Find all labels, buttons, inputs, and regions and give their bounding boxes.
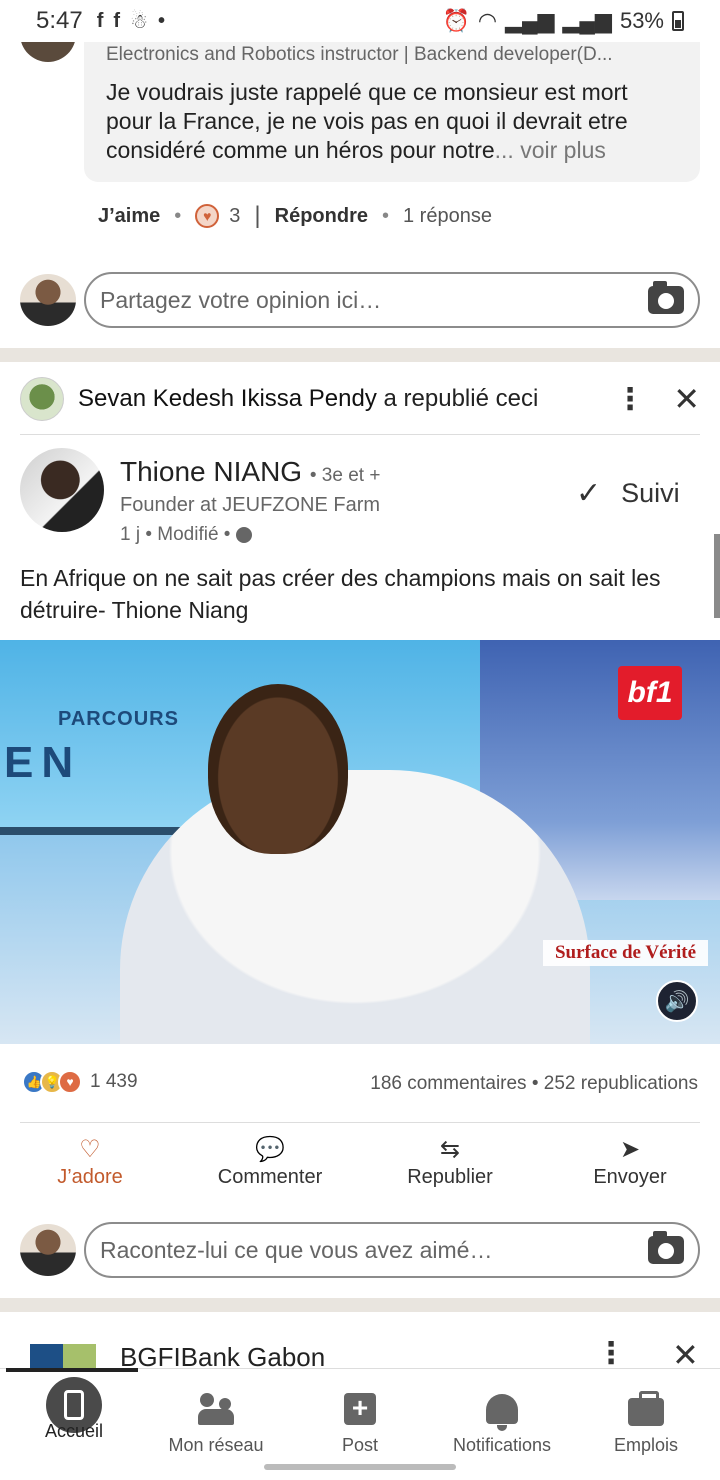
see-more-link[interactable]: voir plus — [520, 137, 606, 163]
love-reaction-icon: ♥ — [58, 1070, 82, 1094]
following-label: Suivi — [621, 478, 680, 508]
status-time: 5:47 — [36, 7, 83, 34]
video-overlay-en: EN — [4, 738, 82, 787]
volume-icon[interactable]: 🔊 — [656, 980, 698, 1022]
android-icon: ☃ — [130, 10, 148, 33]
post-text: En Afrique on ne sait pas créer des cham… — [20, 565, 661, 623]
status-bar: 5:47 f f ☃ • ⏰ ◠ ▂▄▆ ▂▄▆ 53% — [0, 0, 720, 42]
connection-degree: • 3e et + — [309, 465, 381, 486]
comment-ellipsis: ... — [494, 137, 514, 163]
repost-label: Republier — [407, 1166, 493, 1188]
author-name[interactable]: Thione NIANG — [120, 456, 302, 487]
video-overlay-parcours: PARCOURS — [58, 708, 179, 730]
user-avatar — [20, 274, 76, 326]
divider — [20, 434, 700, 435]
reactions-summary[interactable]: 👍 💡 ♥ 1 439 — [22, 1070, 138, 1094]
facebook-icon: f — [113, 9, 121, 32]
comment-icon: 💬 — [255, 1136, 285, 1163]
dot-icon: • — [158, 9, 166, 32]
love-button[interactable]: ♡ J’adore — [10, 1134, 170, 1189]
scrollbar[interactable] — [714, 534, 720, 618]
bell-icon — [486, 1394, 518, 1431]
nav-post[interactable]: + Post — [290, 1389, 430, 1456]
repost-header: Sevan Kedesh Ikissa Pendy a republié cec… — [20, 374, 700, 424]
nav-notifications[interactable]: Notifications — [432, 1389, 572, 1456]
feed-separator — [0, 1298, 720, 1312]
post-stats[interactable]: 186 commentaires • 252 republications — [370, 1073, 698, 1095]
camera-icon[interactable] — [648, 1231, 684, 1264]
nav-network[interactable]: Mon réseau — [146, 1389, 286, 1456]
comment-label: Commenter — [217, 1166, 323, 1188]
post-timestamp: 1 j • Modifié • — [120, 524, 231, 545]
nav-post-label: Post — [341, 1435, 379, 1455]
more-options-icon[interactable]: ⋮ — [596, 1336, 626, 1371]
active-tab-indicator — [6, 1368, 138, 1372]
feed-separator — [0, 348, 720, 362]
repost-button[interactable]: ⇆ Republier — [370, 1134, 530, 1189]
check-icon: ✓ — [576, 477, 602, 510]
reply-button[interactable]: Répondre — [275, 205, 368, 228]
post-comment-placeholder: Racontez-lui ce que vous avez aimé… — [100, 1236, 493, 1263]
replies-count[interactable]: 1 réponse — [403, 205, 492, 228]
battery-icon — [672, 11, 684, 31]
comment-actions: J’aime • ♥ 3 | Répondre • 1 réponse — [98, 202, 492, 229]
repost-icon: ⇆ — [439, 1136, 461, 1163]
following-button[interactable]: ✓ Suivi — [576, 476, 680, 511]
camera-icon[interactable] — [648, 281, 684, 314]
wifi-icon: ◠ — [477, 8, 498, 33]
user-avatar — [20, 1224, 76, 1276]
repost-action: a republié ceci — [383, 385, 539, 412]
battery-percent: 53% — [619, 8, 664, 33]
facebook-icon: f — [96, 9, 104, 32]
comment-input-row: Partagez votre opinion ici… — [20, 272, 700, 328]
author-title: Founder at JEUFZONE Farm — [120, 494, 381, 516]
comment-input[interactable]: Partagez votre opinion ici… — [84, 272, 700, 328]
author-name-line[interactable]: Thione NIANG • 3e et + — [120, 456, 380, 488]
post-comment-input-row: Racontez-lui ce que vous avez aimé… — [20, 1222, 700, 1278]
nav-jobs-label: Emplois — [613, 1435, 679, 1455]
post-icon: + — [344, 1393, 376, 1425]
heart-icon: ♡ — [79, 1136, 101, 1163]
divider — [20, 1122, 700, 1123]
video-speaker-head — [208, 684, 348, 854]
briefcase-icon — [628, 1391, 664, 1426]
send-icon: ➤ — [619, 1136, 641, 1163]
globe-icon — [236, 527, 253, 543]
repost-text: Sevan Kedesh Ikissa Pendy a republié cec… — [78, 385, 610, 413]
post-time: 1 j • Modifié • — [120, 524, 253, 546]
comment-input-placeholder: Partagez votre opinion ici… — [100, 286, 382, 313]
author-avatar[interactable] — [20, 448, 104, 532]
post-video[interactable]: PARCOURS EN bf1 Surface de Vérité 🔊 — [0, 640, 720, 1044]
nav-home-label: Accueil — [44, 1421, 104, 1441]
channel-logo: bf1 — [618, 666, 682, 720]
more-options-icon[interactable]: ⋮ — [610, 382, 650, 417]
nav-network-label: Mon réseau — [168, 1435, 264, 1455]
reposter-name[interactable]: Sevan Kedesh Ikissa Pendy — [78, 385, 377, 412]
send-label: Envoyer — [593, 1166, 667, 1188]
comment-bubble[interactable]: Electronics and Robotics instructor | Ba… — [84, 30, 700, 182]
comment-button[interactable]: 💬 Commenter — [190, 1134, 350, 1189]
gesture-bar[interactable] — [264, 1464, 456, 1470]
love-label: J’adore — [57, 1166, 123, 1188]
nav-home[interactable]: Accueil — [4, 1377, 144, 1442]
close-icon[interactable]: ✕ — [650, 380, 700, 418]
comment-reaction-count[interactable]: 3 — [229, 205, 240, 228]
nav-notifications-label: Notifications — [452, 1435, 552, 1455]
nav-jobs[interactable]: Emplois — [576, 1389, 716, 1456]
reposter-avatar[interactable] — [20, 377, 64, 421]
send-button[interactable]: ➤ Envoyer — [550, 1134, 710, 1189]
video-caption: Surface de Vérité — [542, 940, 708, 966]
comment-text: Je voudrais juste rappelé que ce monsieu… — [106, 78, 678, 165]
alarm-icon: ⏰ — [442, 8, 470, 33]
commenter-headline: Electronics and Robotics instructor | Ba… — [106, 44, 613, 65]
network-icon — [198, 1393, 234, 1425]
like-comment-button[interactable]: J’aime — [98, 205, 160, 228]
reaction-count: 1 439 — [90, 1071, 138, 1092]
post-comment-input[interactable]: Racontez-lui ce que vous avez aimé… — [84, 1222, 700, 1278]
signal-icon: ▂▄▆ — [562, 8, 612, 33]
heart-icon: ♥ — [195, 204, 220, 228]
signal-icon: ▂▄▆ — [505, 8, 555, 33]
